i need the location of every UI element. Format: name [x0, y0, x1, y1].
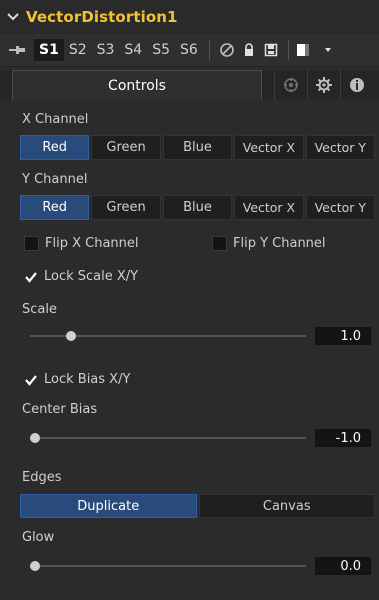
node-header[interactable]: VectorDistortion1	[0, 0, 379, 35]
flip-y-label: Flip Y Channel	[233, 236, 326, 251]
center-bias-value-field[interactable]: -1.0	[314, 428, 372, 448]
edges-canvas-button[interactable]: Canvas	[198, 494, 375, 518]
checkmark-icon	[25, 271, 37, 283]
y-channel-green-button[interactable]: Green	[91, 195, 161, 220]
y-channel-vector-x-button[interactable]: Vector X	[234, 195, 304, 220]
slot-s3[interactable]: S3	[92, 39, 120, 61]
y-channel-red-button[interactable]: Red	[20, 195, 90, 220]
version-toolbar: S1 S2 S3 S4 S5 S6	[0, 34, 379, 67]
inspector-tabs: Controls	[0, 70, 379, 100]
controls-content: X Channel Red Green Blue Vector X Vector…	[0, 100, 379, 600]
tools-icon[interactable]	[274, 70, 307, 100]
scale-slider-handle[interactable]	[65, 331, 76, 341]
edges-buttons: Duplicate Canvas	[20, 494, 375, 518]
toolbar-divider	[208, 40, 210, 60]
y-channel-label: Y Channel	[22, 172, 88, 187]
edges-duplicate-button[interactable]: Duplicate	[20, 494, 197, 518]
slot-s1[interactable]: S1	[34, 39, 64, 61]
no-entry-icon[interactable]	[216, 34, 238, 66]
slot-s2[interactable]: S2	[64, 39, 92, 61]
slot-s4[interactable]: S4	[119, 39, 147, 61]
inspector-panel: VectorDistortion1 S1 S2 S3 S4 S5 S6 Cont…	[0, 0, 379, 600]
center-bias-slider-handle[interactable]	[30, 433, 40, 443]
flip-y-checkbox-row[interactable]: Flip Y Channel	[212, 236, 326, 251]
lock-bias-checkbox-row[interactable]: Lock Bias X/Y	[24, 372, 130, 387]
center-bias-label: Center Bias	[22, 402, 98, 417]
info-icon[interactable]	[340, 70, 373, 100]
flip-x-label: Flip X Channel	[45, 236, 139, 251]
pin-icon[interactable]	[0, 34, 34, 66]
x-channel-buttons: Red Green Blue Vector X Vector Y	[20, 135, 376, 160]
tab-icon-group	[262, 70, 379, 100]
dropdown-caret-icon[interactable]	[317, 34, 339, 66]
toolbar-divider	[287, 40, 289, 60]
lock-scale-checkbox-row[interactable]: Lock Scale X/Y	[24, 269, 138, 284]
scale-label: Scale	[22, 302, 57, 317]
lock-scale-label: Lock Scale X/Y	[44, 269, 139, 284]
y-channel-blue-button[interactable]: Blue	[162, 195, 233, 220]
glow-slider-track	[30, 565, 306, 567]
tab-controls[interactable]: Controls	[12, 70, 262, 100]
x-channel-label: X Channel	[22, 112, 89, 127]
node-title: VectorDistortion1	[26, 8, 178, 26]
center-bias-slider-track	[30, 437, 306, 439]
lock-bias-checkbox[interactable]	[24, 373, 38, 387]
flip-x-checkbox[interactable]	[24, 236, 39, 251]
glow-slider[interactable]	[30, 556, 306, 576]
y-channel-vector-y-button[interactable]: Vector Y	[305, 195, 376, 220]
center-bias-slider[interactable]	[30, 428, 306, 448]
collapse-chevron-icon[interactable]	[0, 0, 26, 34]
gear-icon[interactable]	[307, 70, 340, 100]
lock-icon[interactable]	[238, 34, 260, 66]
lock-scale-checkbox[interactable]	[24, 270, 38, 284]
x-channel-vector-y-button[interactable]: Vector Y	[305, 135, 376, 160]
glow-slider-handle[interactable]	[30, 561, 40, 571]
glow-value-field[interactable]: 0.0	[314, 556, 372, 576]
scale-value-field[interactable]: 1.0	[314, 326, 372, 346]
save-icon[interactable]	[260, 34, 282, 66]
x-channel-green-button[interactable]: Green	[91, 135, 161, 160]
x-channel-red-button[interactable]: Red	[20, 135, 90, 160]
flip-y-checkbox[interactable]	[212, 236, 227, 251]
glow-label: Glow	[22, 530, 55, 545]
color-swatch-icon[interactable]	[295, 34, 317, 66]
x-channel-blue-button[interactable]: Blue	[162, 135, 233, 160]
edges-label: Edges	[22, 470, 62, 485]
checkmark-icon	[25, 374, 37, 386]
slot-s6[interactable]: S6	[175, 39, 203, 61]
slot-s5[interactable]: S5	[147, 39, 175, 61]
x-channel-vector-x-button[interactable]: Vector X	[234, 135, 304, 160]
flip-x-checkbox-row[interactable]: Flip X Channel	[24, 236, 139, 251]
y-channel-buttons: Red Green Blue Vector X Vector Y	[20, 195, 376, 220]
scale-slider[interactable]	[30, 326, 306, 346]
lock-bias-label: Lock Bias X/Y	[44, 372, 131, 387]
